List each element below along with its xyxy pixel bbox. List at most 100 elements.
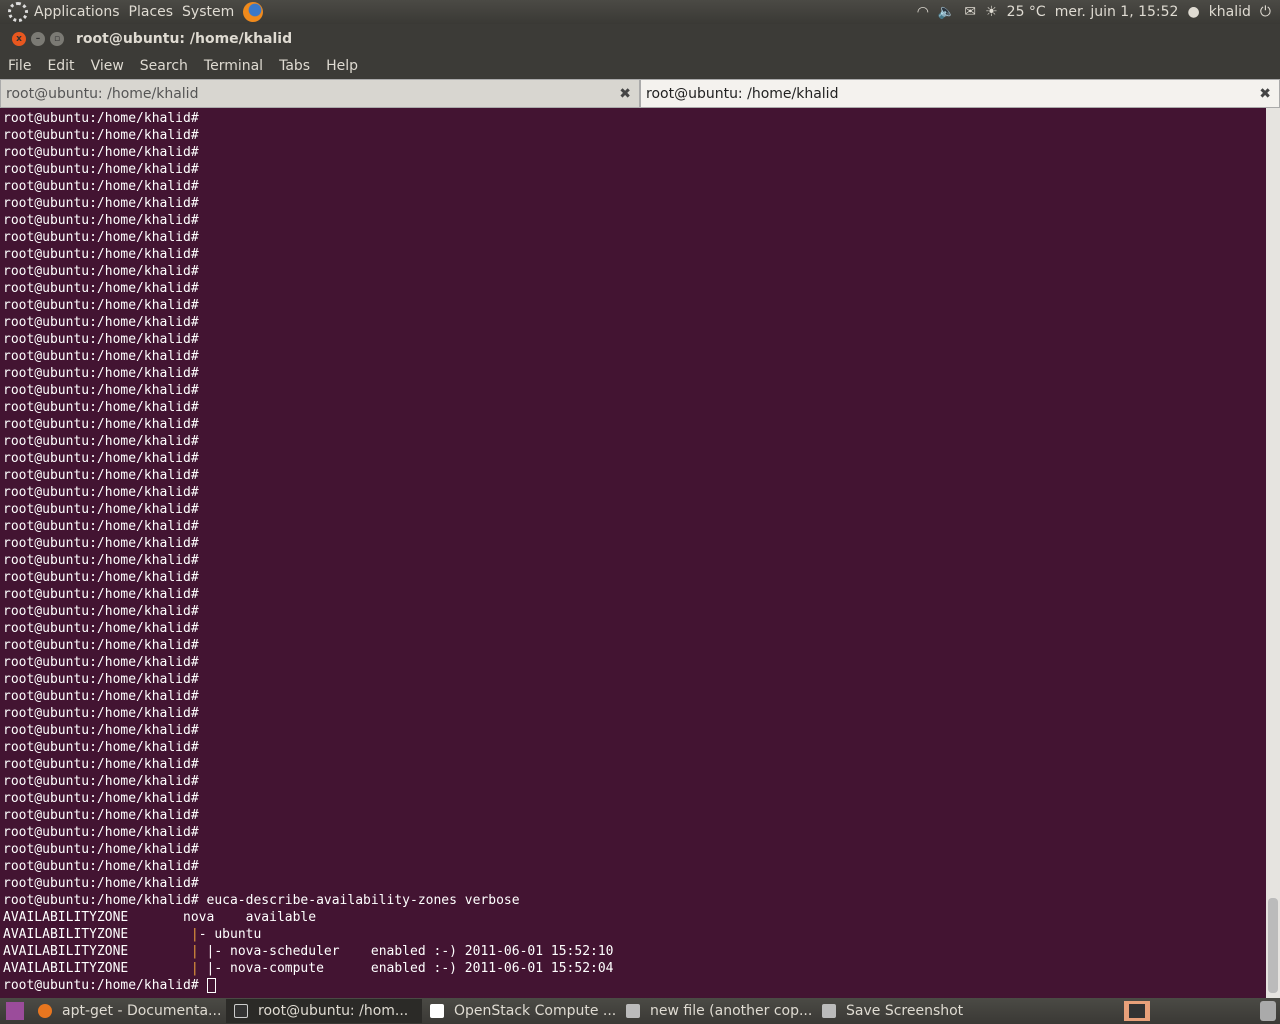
- prompt-line: root@ubuntu:/home/khalid#: [3, 314, 1266, 331]
- temperature[interactable]: 25 °C: [1007, 4, 1046, 20]
- cursor: [206, 978, 216, 993]
- prompt: root@ubuntu:/home/khalid#: [3, 434, 199, 449]
- prompt-line: root@ubuntu:/home/khalid#: [3, 127, 1266, 144]
- prompt-line: root@ubuntu:/home/khalid#: [3, 399, 1266, 416]
- taskbar-item-firefox[interactable]: apt-get - Documenta...: [30, 999, 226, 1023]
- prompt-line: root@ubuntu:/home/khalid#: [3, 535, 1266, 552]
- taskbar-item-terminal[interactable]: root@ubuntu: /hom...: [226, 999, 422, 1023]
- menu-search[interactable]: Search: [140, 58, 188, 74]
- prompt: root@ubuntu:/home/khalid#: [3, 111, 199, 126]
- prompt-line: root@ubuntu:/home/khalid#: [3, 705, 1266, 722]
- prompt-line: root@ubuntu:/home/khalid#: [3, 467, 1266, 484]
- minimize-button[interactable]: –: [31, 31, 45, 46]
- prompt: root@ubuntu:/home/khalid#: [3, 519, 199, 534]
- clock[interactable]: mer. juin 1, 15:52: [1055, 4, 1179, 20]
- prompt: root@ubuntu:/home/khalid#: [3, 536, 199, 551]
- workspace-switcher[interactable]: [1124, 1001, 1150, 1021]
- task-label: Save Screenshot: [846, 1003, 964, 1019]
- task-label: OpenStack Compute ...: [454, 1003, 617, 1019]
- prompt: root@ubuntu:/home/khalid#: [3, 553, 199, 568]
- menu-help[interactable]: Help: [326, 58, 358, 74]
- prompt: root@ubuntu:/home/khalid#: [3, 128, 199, 143]
- task-label: root@ubuntu: /hom...: [258, 1003, 409, 1019]
- menu-view[interactable]: View: [91, 58, 124, 74]
- tab-terminal-2[interactable]: root@ubuntu: /home/khalid ✖: [640, 79, 1280, 108]
- prompt-line: root@ubuntu:/home/khalid#: [3, 569, 1266, 586]
- text-editor-icon: [626, 1004, 640, 1018]
- prompt-line: root@ubuntu:/home/khalid#: [3, 756, 1266, 773]
- prompt-line: root@ubuntu:/home/khalid#: [3, 858, 1266, 875]
- prompt: root@ubuntu:/home/khalid#: [3, 332, 199, 347]
- menu-applications[interactable]: Applications: [34, 4, 120, 20]
- firefox-launcher-icon[interactable]: [243, 2, 264, 22]
- prompt: root@ubuntu:/home/khalid#: [3, 791, 199, 806]
- close-tab-icon[interactable]: ✖: [1259, 86, 1271, 102]
- prompt-line: root@ubuntu:/home/khalid#: [3, 552, 1266, 569]
- prompt: root@ubuntu:/home/khalid#: [3, 145, 199, 160]
- prompt: root@ubuntu:/home/khalid#: [3, 774, 199, 789]
- prompt-line: root@ubuntu:/home/khalid#: [3, 246, 1266, 263]
- prompt-line: root@ubuntu:/home/khalid#: [3, 722, 1266, 739]
- taskbar-item-save-screenshot[interactable]: Save Screenshot: [814, 999, 1010, 1023]
- prompt: root@ubuntu:/home/khalid#: [3, 893, 199, 908]
- menu-system[interactable]: System: [182, 4, 234, 20]
- wifi-icon[interactable]: ◠: [917, 4, 929, 20]
- zone-label: AVAILABILITYZONE: [3, 944, 129, 959]
- prompt: root@ubuntu:/home/khalid#: [3, 621, 199, 636]
- prompt: root@ubuntu:/home/khalid#: [3, 264, 199, 279]
- close-window-button[interactable]: x: [12, 31, 26, 46]
- menu-tabs[interactable]: Tabs: [279, 58, 310, 74]
- scrollbar-thumb[interactable]: [1268, 898, 1278, 993]
- prompt: root@ubuntu:/home/khalid#: [3, 859, 199, 874]
- prompt: root@ubuntu:/home/khalid#: [3, 587, 199, 602]
- prompt: root@ubuntu:/home/khalid#: [3, 281, 199, 296]
- zone-label: AVAILABILITYZONE: [3, 961, 129, 976]
- prompt-line: root@ubuntu:/home/khalid#: [3, 620, 1266, 637]
- show-desktop-button[interactable]: [0, 999, 30, 1023]
- menu-places[interactable]: Places: [129, 4, 174, 20]
- user-menu[interactable]: khalid: [1209, 4, 1251, 20]
- prompt: root@ubuntu:/home/khalid#: [3, 978, 199, 993]
- taskbar-item-openstack[interactable]: OpenStack Compute ...: [422, 999, 618, 1023]
- menu-terminal[interactable]: Terminal: [204, 58, 263, 74]
- maximize-button[interactable]: ▫: [50, 31, 64, 46]
- taskbar-item-editor[interactable]: new file (another cop...: [618, 999, 814, 1023]
- window-titlebar[interactable]: x – ▫ root@ubuntu: /home/khalid: [0, 24, 1280, 53]
- prompt: root@ubuntu:/home/khalid#: [3, 570, 199, 585]
- command-line: root@ubuntu:/home/khalid# euca-describe-…: [3, 892, 1266, 909]
- zone-info: nova available: [128, 910, 317, 925]
- weather-icon[interactable]: ☀: [985, 4, 998, 20]
- prompt-line: root@ubuntu:/home/khalid#: [3, 824, 1266, 841]
- prompt-line: root@ubuntu:/home/khalid#: [3, 110, 1266, 127]
- tree-bar: |: [190, 927, 199, 942]
- output-line: AVAILABILITYZONE | |- nova-compute enabl…: [3, 960, 1266, 977]
- prompt: root@ubuntu:/home/khalid#: [3, 808, 199, 823]
- prompt: root@ubuntu:/home/khalid#: [3, 740, 199, 755]
- prompt-line: root@ubuntu:/home/khalid#: [3, 382, 1266, 399]
- mail-icon[interactable]: ✉: [964, 4, 976, 20]
- terminal-output[interactable]: root@ubuntu:/home/khalid# root@ubuntu:/ho…: [0, 108, 1266, 998]
- bottom-panel: apt-get - Documenta... root@ubuntu: /hom…: [0, 998, 1280, 1024]
- trash-icon[interactable]: [1260, 1001, 1276, 1021]
- prompt-line: root@ubuntu:/home/khalid#: [3, 212, 1266, 229]
- prompt-line: root@ubuntu:/home/khalid#: [3, 263, 1266, 280]
- prompt-line: root@ubuntu:/home/khalid#: [3, 654, 1266, 671]
- prompt: root@ubuntu:/home/khalid#: [3, 468, 199, 483]
- close-tab-icon[interactable]: ✖: [619, 86, 631, 102]
- tab-terminal-1[interactable]: root@ubuntu: /home/khalid ✖: [0, 79, 640, 108]
- prompt-line: root@ubuntu:/home/khalid#: [3, 739, 1266, 756]
- prompt: root@ubuntu:/home/khalid#: [3, 638, 199, 653]
- prompt-line: root@ubuntu:/home/khalid#: [3, 637, 1266, 654]
- menu-file[interactable]: File: [8, 58, 31, 74]
- scrollbar[interactable]: [1266, 108, 1280, 998]
- volume-icon[interactable]: 🔈: [938, 4, 955, 20]
- top-panel: Applications Places System ◠ 🔈 ✉ ☀ 25 °C…: [0, 0, 1280, 24]
- menu-edit[interactable]: Edit: [47, 58, 74, 74]
- prompt: root@ubuntu:/home/khalid#: [3, 689, 199, 704]
- window-title: root@ubuntu: /home/khalid: [76, 30, 293, 47]
- prompt: root@ubuntu:/home/khalid#: [3, 383, 199, 398]
- power-icon[interactable]: ⏻: [1260, 4, 1271, 20]
- prompt: root@ubuntu:/home/khalid#: [3, 876, 199, 891]
- prompt: root@ubuntu:/home/khalid#: [3, 417, 199, 432]
- prompt-line: root@ubuntu:/home/khalid#: [3, 603, 1266, 620]
